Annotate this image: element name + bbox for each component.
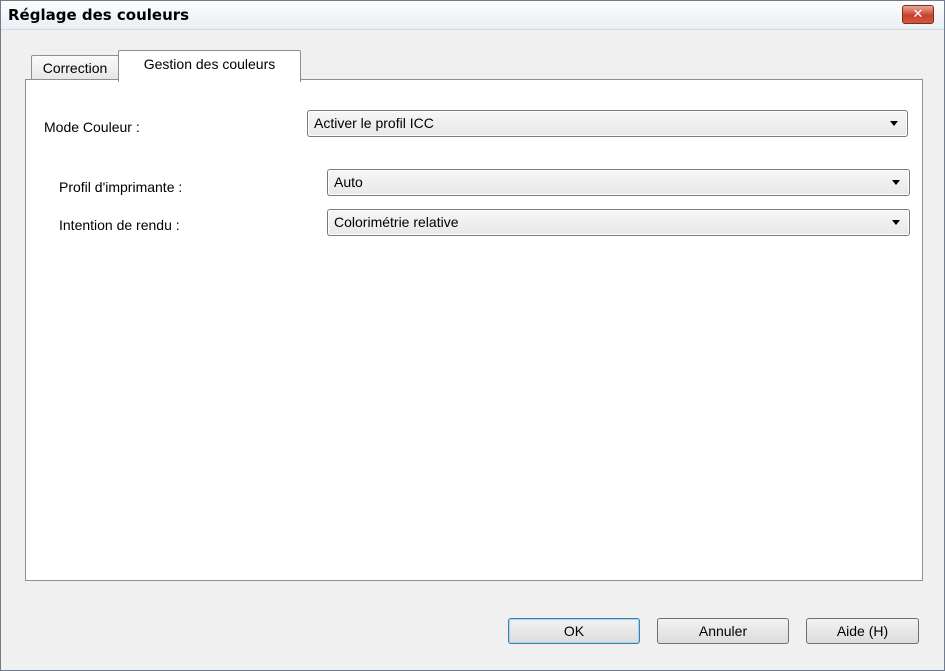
chevron-down-icon	[892, 180, 900, 185]
help-button[interactable]: Aide (H)	[806, 618, 919, 644]
rendering-intent-value: Colorimétrie relative	[334, 214, 459, 230]
cancel-button[interactable]: Annuler	[657, 618, 789, 644]
color-mode-select[interactable]: Activer le profil ICC	[307, 110, 908, 137]
tab-label: Gestion des couleurs	[143, 56, 276, 72]
close-button[interactable]: ✕	[902, 5, 934, 24]
rendering-intent-select[interactable]: Colorimétrie relative	[327, 209, 910, 236]
printer-profile-select[interactable]: Auto	[327, 169, 910, 196]
title-bar[interactable]: Réglage des couleurs ✕	[1, 1, 944, 30]
dialog-window: Réglage des couleurs ✕ Correction Gestio…	[0, 0, 945, 671]
printer-profile-label: Profil d'imprimante :	[59, 179, 183, 195]
chevron-down-icon	[892, 220, 900, 225]
close-icon: ✕	[912, 7, 924, 22]
tab-label: Correction	[42, 60, 108, 76]
tab-panel-color-management: Mode Couleur : Activer le profil ICC Pro…	[25, 79, 923, 581]
rendering-intent-label: Intention de rendu :	[59, 217, 180, 233]
chevron-down-icon	[890, 121, 898, 126]
tab-gestion-des-couleurs[interactable]: Gestion des couleurs	[118, 50, 301, 82]
ok-button[interactable]: OK	[508, 618, 640, 644]
color-mode-value: Activer le profil ICC	[314, 115, 434, 131]
color-mode-label: Mode Couleur :	[44, 119, 140, 135]
window-title: Réglage des couleurs	[8, 6, 190, 24]
tab-correction[interactable]: Correction	[31, 55, 119, 80]
printer-profile-value: Auto	[334, 174, 363, 190]
